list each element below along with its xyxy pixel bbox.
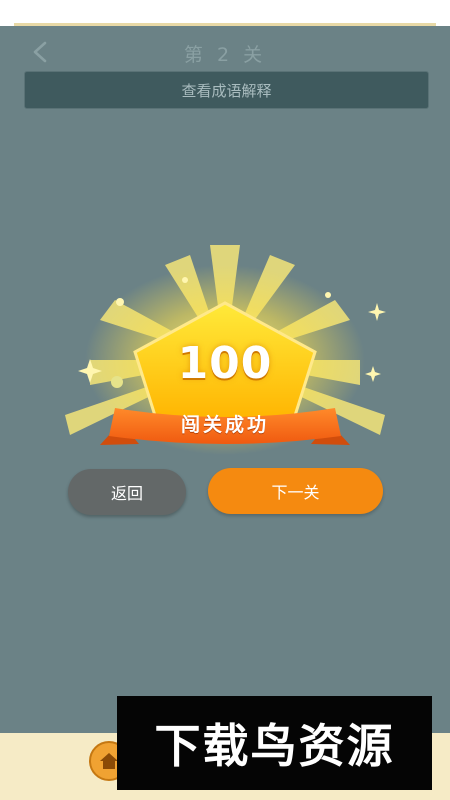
level-title: 第 2 关 [183,44,267,66]
view-idiom-explanation-button[interactable]: 查看成语解释 [24,71,429,109]
score-value: 100 [177,338,273,389]
next-level-button-label: 下一关 [271,483,320,502]
back-button[interactable]: 返回 [68,469,186,515]
top-status-strip [0,0,450,26]
nav-bar: 第 2 关 [0,34,450,70]
watermark-overlay: 下载鸟资源 [117,696,432,790]
back-button-label: 返回 [110,484,143,503]
success-badge: 100 闯关成功 [45,240,405,460]
level-cleared-banner: 闯关成功 [180,414,269,436]
watermark-text: 下载鸟资源 [154,719,395,773]
explain-bar-label: 查看成语解释 [181,81,272,100]
next-level-button[interactable]: 下一关 [208,468,383,514]
